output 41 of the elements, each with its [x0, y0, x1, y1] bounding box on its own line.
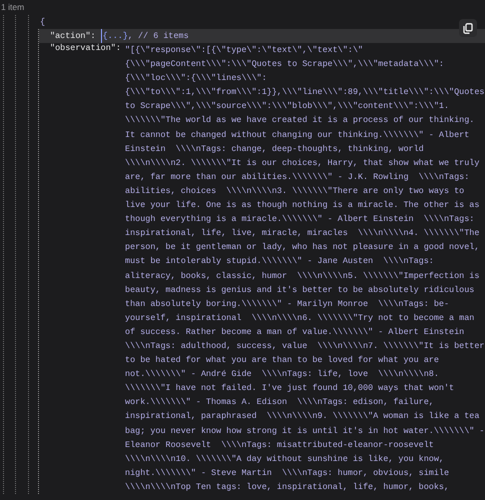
string-value-line: aliteracy, books, classic, humor \\\\n\\\\n5. \\\\\\\"Imperfection is	[125, 270, 480, 282]
string-value-line: must be intolerably stupid.\\\\\\\" - Jane Austen \\\\nTags:	[125, 255, 435, 268]
string-value-line: inspirational, life, live, miracle, miracles \\\\n\\\\n4. \\\\\\\"The	[125, 227, 480, 240]
string-value-line: person, be it gentleman or lady, who has not pleasure in a good novel,	[125, 241, 480, 254]
string-value-line: work.\\\\\\\" - Thomas A. Edison \\\\nTags: edison, failure,	[125, 396, 435, 410]
string-value-line: {\\\"to\\\":1,\\\"from\\\":1}},\\\"line\\\":89,\\\"title\\\":\\\"Quotes	[125, 86, 484, 100]
string-value-line: "[{\"response\":[{\"type\":\"text\",\"text\":\"	[125, 44, 364, 57]
collapsed-object-link[interactable]: {...}	[100, 29, 128, 43]
copy-button[interactable]	[459, 19, 477, 37]
string-value-line: \\\\\\\"The world as we have created it is a process of our thinking.	[125, 114, 476, 128]
string-value-line: are, far more than our abilities.\\\\\\\" - J.K. Rowling \\\\nTags:	[125, 170, 470, 184]
string-value-line: \\\\n\\\\n10. \\\\\\\"A day without sunshine is like, you know,	[125, 452, 445, 466]
string-value-line: \\\\n\\\\n2. \\\\\\\"It is our choices, Harry, that show what we truly	[125, 156, 480, 170]
string-value-line: than absolutely boring.\\\\\\\" - Marilyn Monroe \\\\nTags: be-	[125, 298, 450, 311]
action-row[interactable]: "action": {...}, // 6 items	[39, 29, 485, 43]
string-value-line: It cannot be changed without changing our thinking.\\\\\\\" - Albert	[125, 128, 470, 142]
copy-icon	[463, 22, 473, 34]
string-value-line: abilities, choices \\\\n\\\\n3. \\\\\\\"There are only two ways to	[125, 184, 466, 198]
string-value-line: not.\\\\\\\" - André Gide \\\\nTags: life, love \\\\n\\\\n8.	[125, 368, 440, 382]
string-value-line: though everything is a miracle.\\\\\\\" - Albert Einstein \\\\nTags:	[125, 213, 476, 226]
string-value-line: yourself, inspirational \\\\n\\\\n6. \\\\\\\"Try not to become a man	[125, 312, 476, 325]
string-value-line: to Scrape\\\",\\\"source\\\":\\\"blob\\\",\\\"content\\\":\\\"1.	[125, 100, 450, 114]
string-value-line: \\\\n\\\\nTop Ten tags: love, inspirational, life, humor, books,	[125, 480, 450, 494]
string-value-line: to be hated for what you are than to be loved for what you are	[125, 354, 440, 368]
string-value-line: live your life. One is as though nothing is a miracle. The other is as	[125, 199, 480, 212]
string-value-line: {\\\"pageContent\\\":\\\"Quotes to Scrape\\\",\\\"metadata\\\":	[125, 58, 445, 72]
open-brace: {	[40, 16, 46, 29]
string-value-line: beauty, madness is genius and it's better to be absolutely ridiculous	[125, 284, 476, 297]
observation-key: "observation":	[50, 43, 125, 494]
string-value-line: Einstein \\\\nTags: change, deep-thoughts, thinking, world	[125, 142, 425, 156]
string-value-line: \\\\\\\"I have not failed. I've just found 10,000 ways that won't	[125, 382, 456, 396]
string-value-line: inspirational, paraphrased \\\\n\\\\n9. \\\\\\\"A woman is like a tea	[125, 410, 480, 424]
string-value-line: \\\\nTags: adulthood, success, value \\\\n\\\\n7. \\\\\\\"It is better	[125, 340, 484, 353]
string-value-line: {\\\"loc\\\":{\\\"lines\\\":	[125, 72, 268, 86]
item-count: 1 item	[1, 2, 24, 12]
string-value-line: of success. Rather become a man of value.\\\\\\\" - Albert Einstein	[125, 326, 466, 339]
item-count-comment: , // 6 items	[128, 30, 189, 43]
action-key: "action":	[50, 29, 96, 43]
string-value-line: bag; you never know how strong it is until it's in hot water.\\\\\\\" -	[125, 424, 484, 438]
string-value-line: Eleanor Roosevelt \\\\nTags: misattributed-eleanor-roosevelt	[125, 438, 435, 452]
string-value-line: night.\\\\\\\" - Steve Martin \\\\nTags: humor, obvious, simile	[125, 466, 450, 480]
